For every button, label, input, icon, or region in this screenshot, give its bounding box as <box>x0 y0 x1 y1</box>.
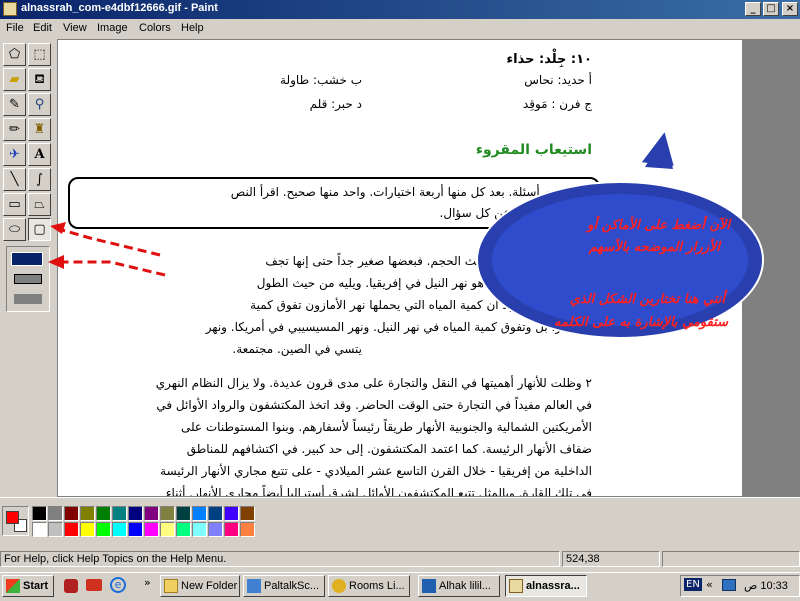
callout-line-1: الآن أضغط على الأماكن أو <box>587 218 730 233</box>
callout-line-4: ستقومي بالإشارة به على الكلمه <box>554 315 728 330</box>
palette-swatch[interactable] <box>112 522 127 537</box>
palette-swatch[interactable] <box>176 506 191 521</box>
internet-explorer-icon[interactable]: e <box>110 577 126 593</box>
palette-swatch[interactable] <box>96 506 111 521</box>
paltalk-icon <box>247 579 261 593</box>
language-indicator[interactable]: EN <box>684 578 702 591</box>
tray-expand-icon[interactable]: « <box>706 578 713 591</box>
palette-swatch[interactable] <box>240 506 255 521</box>
palette-swatch[interactable] <box>144 506 159 521</box>
taskbar-label: PaltalkSc... <box>264 580 320 592</box>
taskbar-label: alnassra... <box>526 580 580 592</box>
arrow-head-1 <box>50 222 66 234</box>
palette-swatch[interactable] <box>176 522 191 537</box>
current-colors <box>2 506 29 536</box>
arrow-head-2 <box>48 255 64 269</box>
palette-swatch[interactable] <box>208 522 223 537</box>
taskbar-label: Rooms Li... <box>349 580 405 592</box>
palette-swatch[interactable] <box>96 522 111 537</box>
palette-swatch[interactable] <box>128 522 143 537</box>
palette-swatch[interactable] <box>224 522 239 537</box>
palette-swatch[interactable] <box>64 522 79 537</box>
callout-line-2: الأزرار الموضحه بالأسهم <box>588 240 720 255</box>
start-button[interactable]: Start <box>2 575 54 597</box>
taskbar-paltalk[interactable]: PaltalkSc... <box>243 575 325 597</box>
paint-icon <box>509 579 523 593</box>
network-icon[interactable] <box>722 579 736 591</box>
start-label: Start <box>23 580 49 592</box>
palette-swatch[interactable] <box>64 506 79 521</box>
taskbar-rooms[interactable]: Rooms Li... <box>328 575 410 597</box>
palette-swatch[interactable] <box>80 522 95 537</box>
clock: 10:33 ص <box>744 580 788 592</box>
palette-swatch[interactable] <box>48 522 63 537</box>
color-palette <box>0 497 800 546</box>
palette-swatch[interactable] <box>224 506 239 521</box>
rooms-icon <box>332 579 346 593</box>
palette-swatch[interactable] <box>160 506 175 521</box>
taskbar-label: New Folder <box>181 580 238 592</box>
taskbar-paint[interactable]: alnassra... <box>505 575 587 597</box>
status-coordinates: 524,38 <box>562 551 660 567</box>
palette-swatch[interactable] <box>240 522 255 537</box>
palette-swatch[interactable] <box>80 506 95 521</box>
palette-swatch[interactable] <box>144 522 159 537</box>
palette-swatch[interactable] <box>192 522 207 537</box>
callout-line-3: أنتي هنا تختارين الشكل الذي <box>569 292 725 307</box>
folder-icon <box>164 579 178 593</box>
alhak-icon <box>422 579 436 593</box>
status-help-text: For Help, click Help Topics on the Help … <box>0 551 560 567</box>
palette-swatch[interactable] <box>192 506 207 521</box>
quicklaunch-overflow-icon[interactable]: » <box>144 576 151 589</box>
arrow-to-rounded-rect-tool <box>54 226 161 257</box>
taskbar-alhak[interactable]: Alhak lilil... <box>418 575 500 597</box>
palette-swatch[interactable] <box>160 522 175 537</box>
palette-swatch[interactable] <box>32 522 47 537</box>
mail-icon[interactable] <box>86 579 102 591</box>
palette-swatch[interactable] <box>112 506 127 521</box>
palette-swatch[interactable] <box>208 506 223 521</box>
taskbar-new-folder[interactable]: New Folder <box>160 575 240 597</box>
palette-swatch[interactable] <box>128 506 143 521</box>
taskbar-label: Alhak lilil... <box>439 580 491 592</box>
palette-swatch[interactable] <box>32 506 47 521</box>
palette-swatch[interactable] <box>48 506 63 521</box>
status-size <box>662 551 800 567</box>
foreground-color-swatch[interactable] <box>6 511 19 524</box>
windows-logo-icon <box>6 579 20 593</box>
arrow-to-fill-style <box>52 260 166 277</box>
quicklaunch-app-icon[interactable] <box>64 579 78 593</box>
